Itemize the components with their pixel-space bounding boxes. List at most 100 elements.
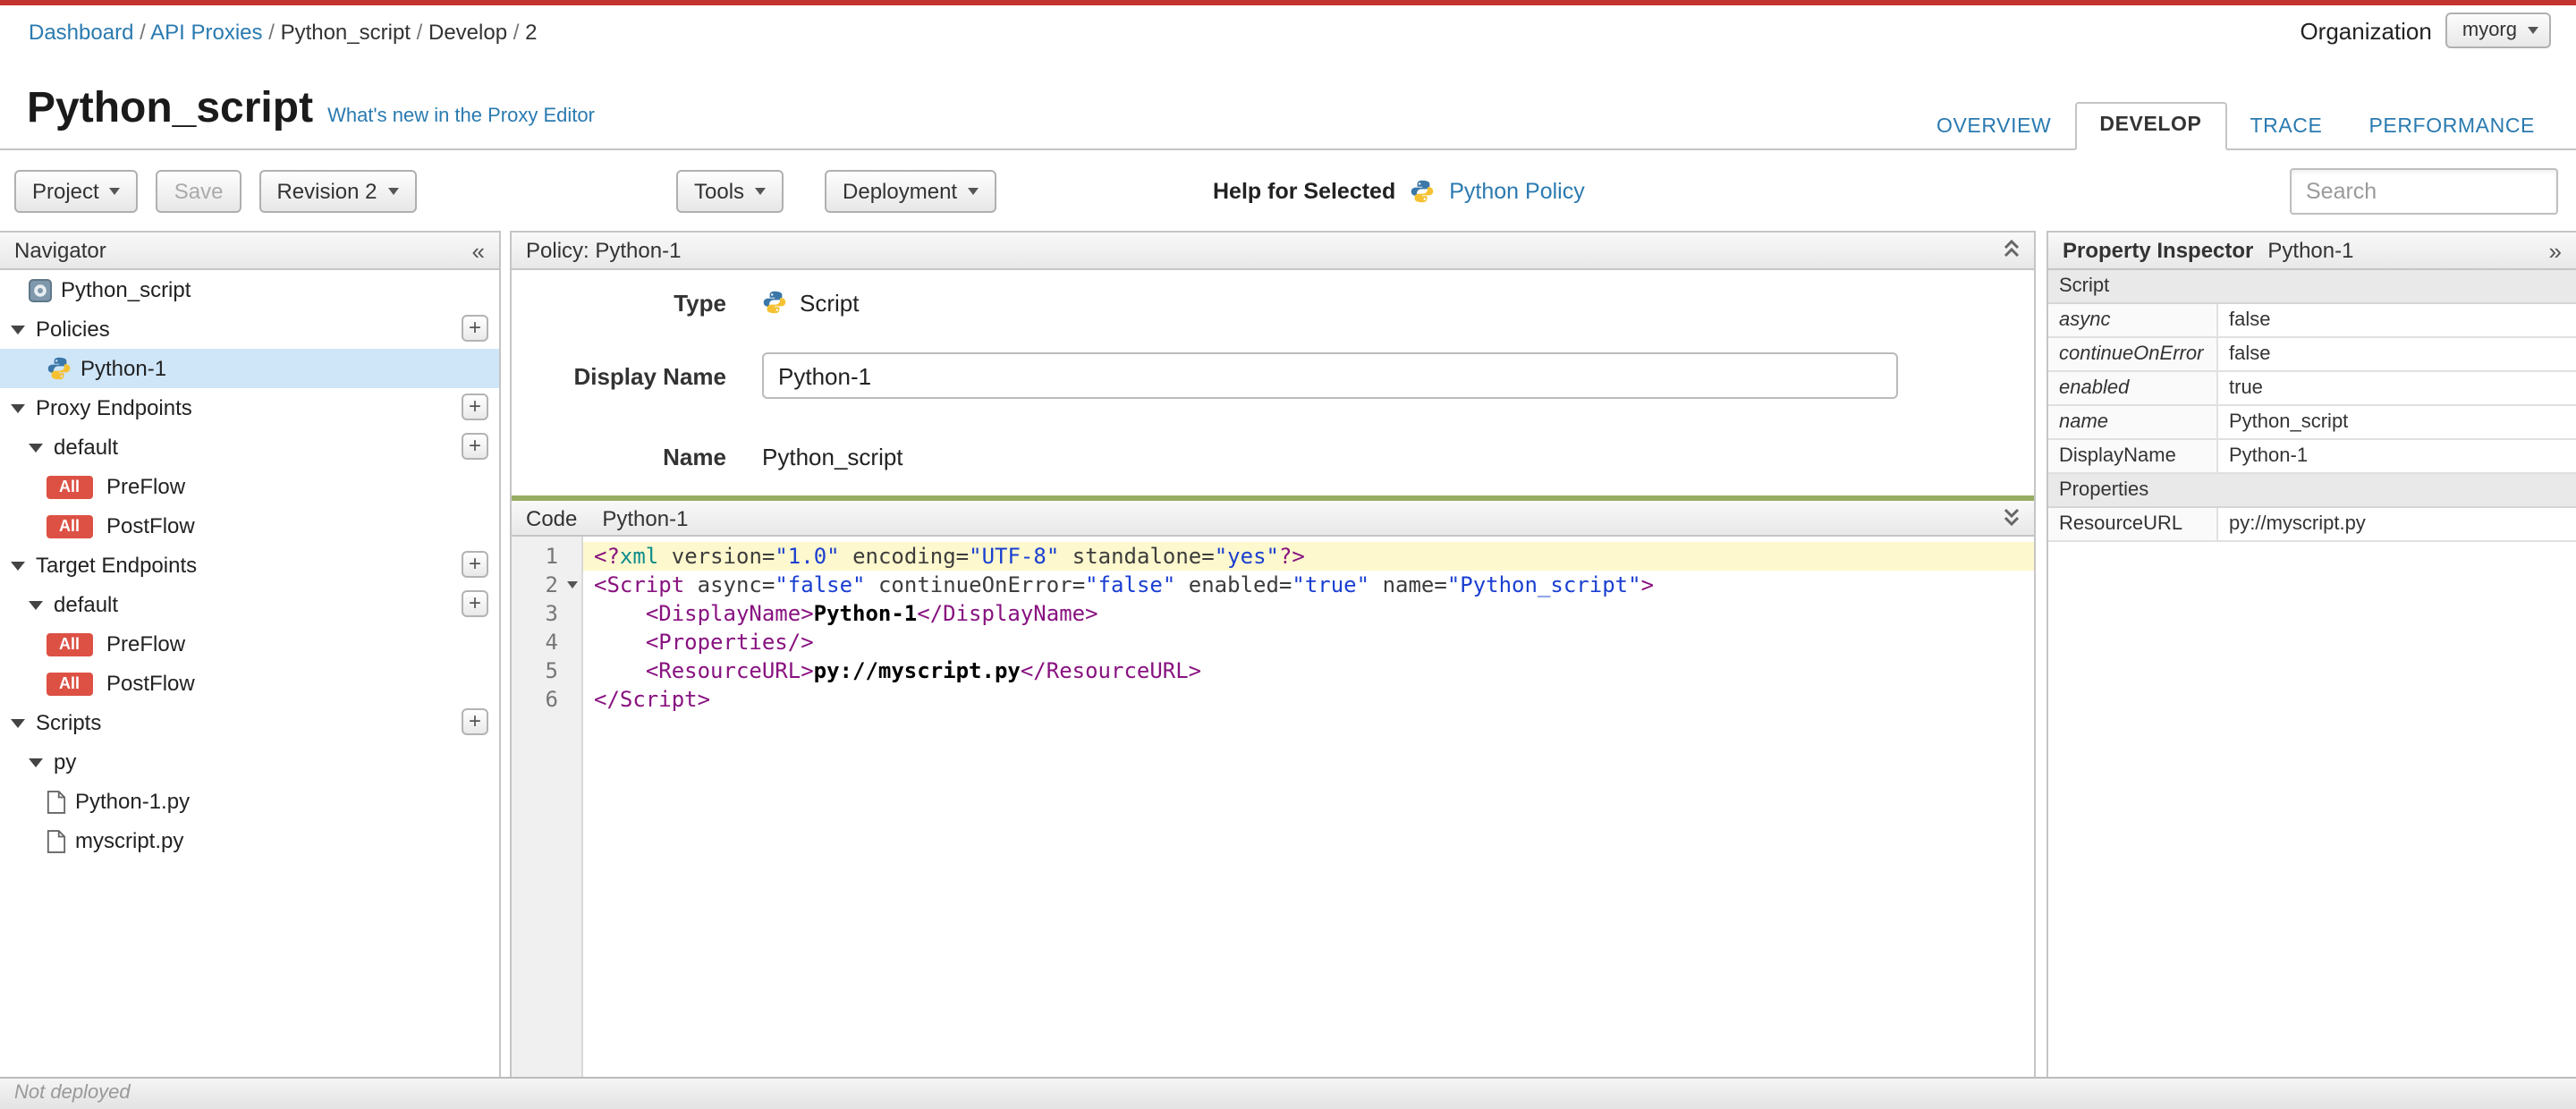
python-icon [1410, 179, 1435, 204]
add-button[interactable]: + [462, 315, 488, 342]
code-editor[interactable]: 123 4 5 6 <?xml version="1.0" encoding="UTF… [512, 537, 2034, 1077]
display-name-input[interactable] [762, 352, 1898, 399]
nav-item-preflow[interactable]: All PreFlow [0, 624, 499, 664]
name-value: Python_script [762, 443, 903, 470]
policy-help-link[interactable]: Python Policy [1449, 179, 1584, 204]
collapse-code-icon[interactable] [2004, 505, 2020, 530]
help-for-selected-cluster: Help for Selected Python Policy [1213, 170, 1585, 213]
view-tabs: OVERVIEW DEVELOP TRACE PERFORMANCE [1913, 102, 2558, 150]
line-number: 1 [545, 544, 558, 569]
line-number: 2 [512, 571, 581, 599]
expand-collapse-icon[interactable] [11, 561, 25, 570]
python-icon [47, 356, 72, 381]
name-label: Name [663, 443, 726, 470]
code-line: <?xml version="1.0" encoding="UTF-8" sta… [583, 542, 2034, 571]
tab-develop[interactable]: DEVELOP [2074, 102, 2227, 150]
nav-item-python-script[interactable]: Python_script [0, 270, 499, 309]
add-button[interactable]: + [462, 551, 488, 578]
nav-item-label: Scripts [36, 710, 102, 735]
organization-cluster: Organization myorg [2300, 13, 2551, 48]
breadcrumb-row: Dashboard / API Proxies / Python_script … [0, 5, 2576, 59]
breadcrumb-separator: / [262, 20, 281, 45]
property-row-resourceurl: ResourceURL py://myscript.py [2048, 508, 2576, 542]
property-row-enabled: enabled true [2048, 372, 2576, 406]
nav-item-default[interactable]: default + [0, 428, 499, 467]
policy-header-title: Policy: Python-1 [526, 238, 682, 263]
tools-menu-button[interactable]: Tools [676, 170, 784, 213]
status-bar: Not deployed [0, 1077, 2576, 1109]
whats-new-link[interactable]: What's new in the Proxy Editor [327, 106, 595, 127]
file-icon [47, 790, 66, 813]
save-button[interactable]: Save [156, 170, 242, 213]
flow-condition-badge: All [47, 514, 93, 538]
project-menu-button[interactable]: Project [14, 170, 139, 213]
add-button[interactable]: + [462, 394, 488, 420]
nav-item-default[interactable]: default + [0, 585, 499, 624]
deployment-menu-label: Deployment [843, 179, 958, 204]
line-number: 3 [545, 601, 558, 626]
breadcrumb-item-api-proxies[interactable]: API Proxies [150, 20, 262, 45]
code-header: Code Python-1 [512, 495, 2034, 537]
deployment-menu-button[interactable]: Deployment [825, 170, 997, 213]
property-inspector-panel: Property Inspector Python-1 » Script asyn… [2046, 231, 2576, 1077]
add-button[interactable]: + [462, 708, 488, 735]
tab-overview[interactable]: OVERVIEW [1913, 106, 2074, 150]
nav-item-policies[interactable]: Policies + [0, 309, 499, 349]
nav-item-postflow[interactable]: All PostFlow [0, 506, 499, 546]
expand-collapse-icon[interactable] [11, 403, 25, 412]
expand-collapse-icon[interactable] [29, 758, 43, 766]
nav-item-label: default [54, 592, 119, 617]
property-value: py://myscript.py [2229, 513, 2366, 535]
tools-menu-label: Tools [694, 179, 745, 204]
search-input[interactable] [2290, 168, 2558, 215]
breadcrumb-separator: / [507, 20, 526, 45]
property-table: Script async false continueOnError false enab… [2048, 270, 2576, 542]
add-button[interactable]: + [462, 433, 488, 460]
chevron-down-icon [387, 188, 399, 195]
property-row-async: async false [2048, 304, 2576, 338]
nav-item-label: Policies [36, 317, 110, 342]
type-value: Script [800, 289, 860, 316]
breadcrumb-item-develop: Develop [428, 20, 508, 45]
nav-item-label: PreFlow [106, 474, 186, 499]
nav-item-target-endpoints[interactable]: Target Endpoints + [0, 546, 499, 585]
tab-performance[interactable]: PERFORMANCE [2345, 106, 2558, 150]
line-number: 4 [545, 630, 558, 655]
display-name-label: Display Name [573, 362, 726, 389]
property-row-name: name Python_script [2048, 406, 2576, 440]
nav-item-label: PostFlow [106, 671, 195, 696]
navigator-tree: Python_script Policies + Python-1 Proxy End… [0, 270, 499, 860]
nav-item-py[interactable]: py [0, 742, 499, 782]
main-area: Navigator « Python_script Policies + Pytho… [0, 231, 2576, 1077]
chevron-down-icon [109, 188, 121, 195]
tab-trace[interactable]: TRACE [2227, 106, 2346, 150]
nav-item-python-1-py[interactable]: Python-1.py [0, 782, 499, 821]
add-button[interactable]: + [462, 590, 488, 617]
nav-item-proxy-endpoints[interactable]: Proxy Endpoints + [0, 388, 499, 428]
project-menu-label: Project [32, 179, 99, 204]
nav-item-myscript-py[interactable]: myscript.py [0, 821, 499, 860]
expand-collapse-icon[interactable] [29, 600, 43, 609]
code-line: </Script> [594, 687, 711, 712]
organization-select[interactable]: myorg [2445, 13, 2551, 48]
code-tab-label: Code [526, 505, 578, 530]
fold-icon[interactable] [567, 581, 578, 588]
nav-item-python-1[interactable]: Python-1 [0, 349, 499, 388]
chevron-down-icon [968, 188, 979, 195]
property-name: DisplayName [2048, 440, 2218, 472]
deployment-status: Not deployed [14, 1082, 131, 1104]
expand-collapse-icon[interactable] [11, 718, 25, 727]
expand-collapse-icon[interactable] [11, 325, 25, 334]
breadcrumb-item-dashboard[interactable]: Dashboard [29, 20, 133, 45]
breadcrumb-separator: / [133, 20, 151, 45]
page-title: Python_script [27, 84, 314, 132]
expand-panel-icon[interactable]: » [2549, 239, 2562, 262]
expand-collapse-icon[interactable] [29, 443, 43, 452]
nav-item-scripts[interactable]: Scripts + [0, 703, 499, 742]
navigator-header: Navigator « [0, 231, 499, 270]
revision-menu-button[interactable]: Revision 2 [258, 170, 417, 213]
nav-item-preflow[interactable]: All PreFlow [0, 467, 499, 506]
collapse-section-icon[interactable] [2004, 238, 2020, 263]
nav-item-postflow[interactable]: All PostFlow [0, 664, 499, 703]
collapse-panel-icon[interactable]: « [472, 239, 485, 262]
